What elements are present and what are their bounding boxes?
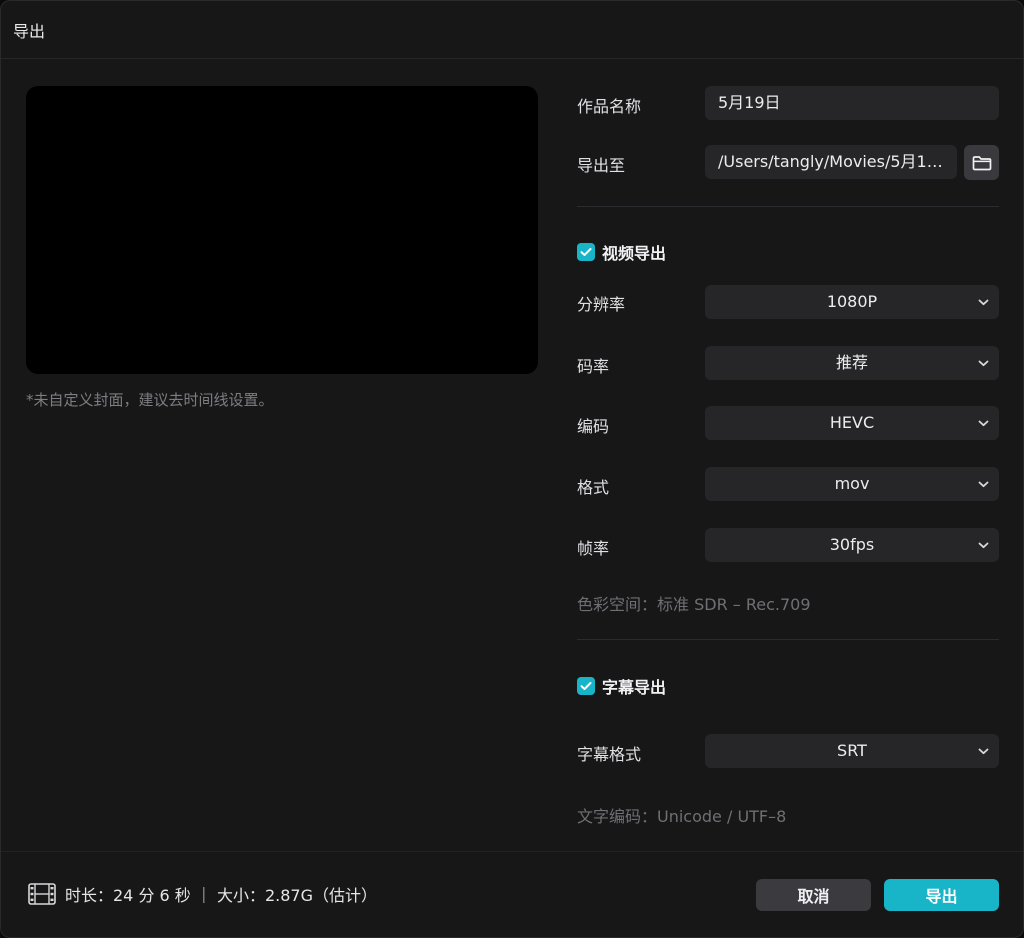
cover-preview [26,86,538,374]
subtitle-export-checkbox[interactable] [577,677,595,695]
title-bar: 导出 [1,1,1023,59]
chevron-down-icon [978,528,989,562]
divider [577,206,999,207]
video-export-checkbox[interactable] [577,243,595,261]
name-label: 作品名称 [577,97,642,116]
subtitle-format-select[interactable]: SRT [705,734,999,768]
browse-folder-button[interactable] [964,145,999,180]
path-input[interactable]: /Users/tangly/Movies/5月19日 [705,145,957,179]
dialog-title: 导出 [13,22,46,41]
check-icon [580,682,592,690]
format-select[interactable]: mov [705,467,999,501]
bitrate-value: 推荐 [835,353,868,372]
framerate-value: 30fps [829,535,875,554]
subtitle-export-label: 字幕导出 [602,678,667,697]
bitrate-select[interactable]: 推荐 [705,346,999,380]
export-button[interactable]: 导出 [884,879,999,911]
name-input[interactable]: 5月19日 [705,86,999,120]
format-value: mov [834,474,870,493]
export-summary: 时长：24 分 6 秒 ｜ 大小：2.87G（估计） [28,882,377,906]
codec-label: 编码 [577,417,610,436]
folder-icon [972,155,991,170]
cancel-button[interactable]: 取消 [756,879,871,911]
text-encoding-info: 文字编码：Unicode / UTF–8 [577,807,787,826]
cover-hint: *未自定义封面，建议去时间线设置。 [26,391,274,409]
chevron-down-icon [978,285,989,319]
subtitle-format-value: SRT [837,741,867,760]
video-export-toggle[interactable]: 视频导出 [577,240,666,264]
footer-divider [1,851,1023,852]
resolution-label: 分辨率 [577,295,626,314]
framerate-label: 帧率 [577,539,610,558]
check-icon [580,248,592,256]
bitrate-label: 码率 [577,357,610,376]
duration-size-text: 时长：24 分 6 秒 ｜ 大小：2.87G（估计） [65,886,377,905]
chevron-down-icon [978,467,989,501]
subtitle-export-toggle[interactable]: 字幕导出 [577,674,666,698]
framerate-select[interactable]: 30fps [705,528,999,562]
film-icon [28,883,56,905]
chevron-down-icon [978,406,989,440]
resolution-select[interactable]: 1080P [705,285,999,319]
export-dialog: 导出 *未自定义封面，建议去时间线设置。 作品名称 5月19日 导出至 /Use… [0,0,1024,938]
subtitle-format-label: 字幕格式 [577,745,642,764]
chevron-down-icon [978,346,989,380]
chevron-down-icon [978,734,989,768]
format-label: 格式 [577,478,610,497]
divider [577,639,999,640]
codec-select[interactable]: HEVC [705,406,999,440]
colorspace-info: 色彩空间：标准 SDR – Rec.709 [577,595,811,614]
path-label: 导出至 [577,156,626,175]
resolution-value: 1080P [826,292,878,311]
video-export-label: 视频导出 [602,244,667,263]
codec-value: HEVC [829,413,875,432]
